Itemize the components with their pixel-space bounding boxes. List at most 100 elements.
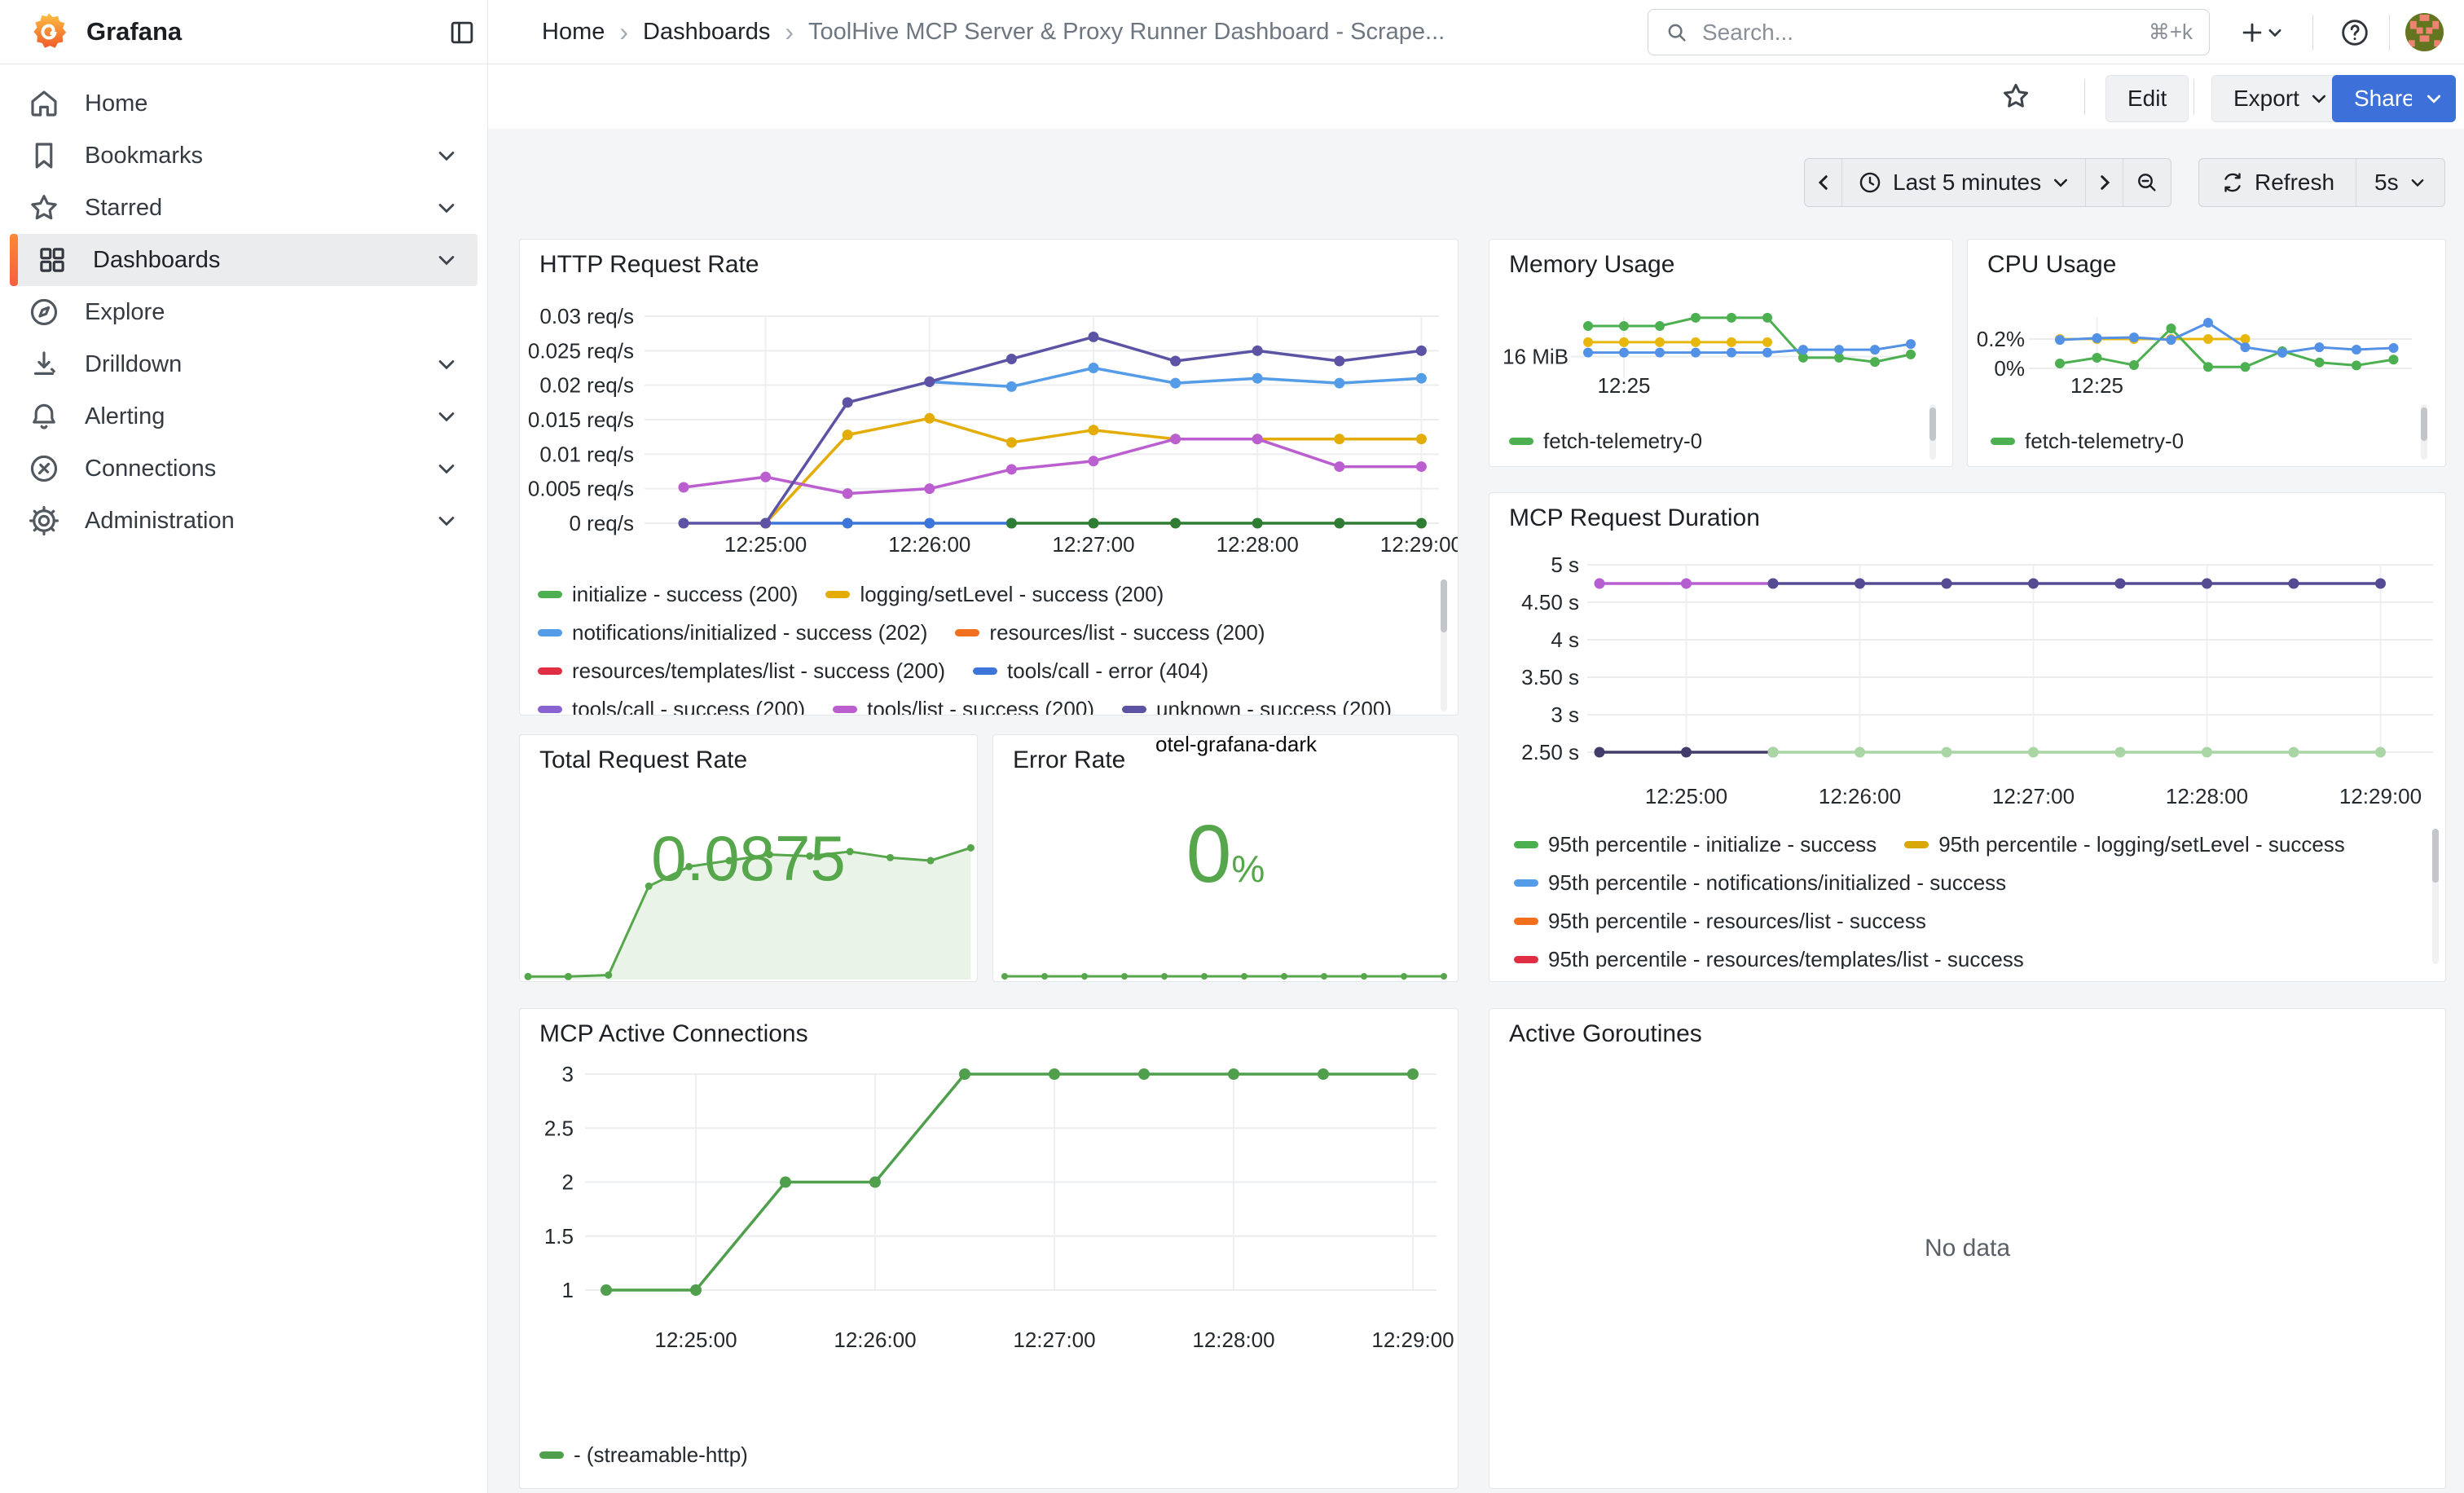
svg-text:1: 1 <box>562 1278 574 1302</box>
add-button[interactable] <box>2231 15 2291 51</box>
search-box[interactable]: ⌘+k <box>1648 9 2210 55</box>
time-forward-button[interactable] <box>2086 159 2123 206</box>
grafana-logo-icon <box>28 11 70 53</box>
search-shortcut: ⌘+k <box>2149 20 2193 45</box>
sidebar-item-home[interactable]: Home <box>10 77 477 130</box>
sidebar-item-alerting[interactable]: Alerting <box>10 390 477 443</box>
sidebar-item-starred[interactable]: Starred <box>10 182 477 234</box>
chevron-down-icon[interactable] <box>435 249 458 271</box>
legend-item[interactable]: logging/setLevel - success (200) <box>825 582 1164 607</box>
legend-item[interactable]: unknown - success (200) <box>1122 697 1392 716</box>
svg-text:1.5: 1.5 <box>544 1224 574 1249</box>
toolbar-divider <box>2084 79 2085 115</box>
legend-item[interactable]: tools/list - success (200) <box>833 697 1094 716</box>
plus-icon <box>2238 19 2266 46</box>
edit-button[interactable]: Edit <box>2105 75 2189 122</box>
sidebar-item-administration[interactable]: Administration <box>10 495 477 547</box>
sidebar-item-label: Connections <box>85 456 216 482</box>
chevron-down-icon[interactable] <box>435 353 458 376</box>
sidebar-item-explore[interactable]: Explore <box>10 286 477 338</box>
legend-item[interactable]: tools/call - error (404) <box>973 658 1208 684</box>
legend-label: tools/list - success (200) <box>867 697 1094 716</box>
legend-item[interactable]: fetch-telemetry-0 <box>1991 429 2184 454</box>
breadcrumb-dashboards[interactable]: Dashboards <box>643 19 770 46</box>
breadcrumb-home[interactable]: Home <box>542 19 605 46</box>
chevron-down-icon[interactable] <box>435 144 458 167</box>
panel-title[interactable]: CPU Usage <box>1987 251 2116 279</box>
refresh-interval-picker[interactable]: 5s <box>2356 159 2444 206</box>
legend-cpu: fetch-telemetry-0 <box>1991 422 2398 463</box>
panel-error-rate: Error Rate 0 % <box>992 734 1459 982</box>
legend-item[interactable]: tools/call - success (200) <box>538 697 805 716</box>
legend-item[interactable]: 95th percentile - resources/templates/li… <box>1514 947 2024 969</box>
time-range-picker[interactable]: Last 5 minutes <box>1842 159 2086 206</box>
legend-item[interactable]: - (streamable-http) <box>539 1442 748 1468</box>
legend-label: tools/call - success (200) <box>572 697 805 716</box>
svg-text:0.025 req/s: 0.025 req/s <box>528 338 634 363</box>
legend-item[interactable]: 95th percentile - notifications/initiali… <box>1514 870 2006 896</box>
svg-text:0.01 req/s: 0.01 req/s <box>539 442 634 466</box>
svg-text:12:29:00: 12:29:00 <box>2339 784 2422 808</box>
legend-scrollbar-thumb[interactable] <box>1929 407 1936 441</box>
panel-title[interactable]: MCP Active Connections <box>539 1020 808 1048</box>
legend-label: 95th percentile - logging/setLevel - suc… <box>1938 832 2345 857</box>
legend-item[interactable]: fetch-telemetry-0 <box>1509 429 1702 454</box>
share-dropdown-button[interactable] <box>2412 75 2456 122</box>
chevron-down-icon <box>2051 173 2070 192</box>
time-back-button[interactable] <box>1805 159 1842 206</box>
sidebar-item-bookmarks[interactable]: Bookmarks <box>10 130 477 182</box>
search-input[interactable] <box>1701 19 2137 46</box>
svg-text:0.015 req/s: 0.015 req/s <box>528 407 634 432</box>
legend-scrollbar-thumb[interactable] <box>2421 407 2427 441</box>
svg-text:2.5: 2.5 <box>544 1116 574 1140</box>
avatar[interactable] <box>2405 13 2444 51</box>
svg-text:12:28:00: 12:28:00 <box>1192 1328 1274 1352</box>
legend-item[interactable]: notifications/initialized - success (202… <box>538 620 927 645</box>
panel-title[interactable]: Total Request Rate <box>539 746 747 774</box>
sidebar-item-label: Starred <box>85 195 162 222</box>
legend-item[interactable]: 95th percentile - resources/list - succe… <box>1514 909 1926 934</box>
sidebar-item-dashboards[interactable]: Dashboards <box>10 234 477 286</box>
export-button-label: Export <box>2233 86 2299 112</box>
legend-swatch <box>955 629 979 636</box>
svg-text:12:26:00: 12:26:00 <box>1819 784 1901 808</box>
chevron-down-icon[interactable] <box>435 509 458 532</box>
refresh-label: Refresh <box>2255 170 2334 196</box>
refresh-button[interactable]: Refresh <box>2199 159 2356 206</box>
zoom-out-button[interactable] <box>2123 159 2171 206</box>
svg-text:12:25:00: 12:25:00 <box>654 1328 737 1352</box>
panel-title[interactable]: MCP Request Duration <box>1509 504 1760 532</box>
sidebar-toggle-icon[interactable] <box>444 15 480 51</box>
panel-title[interactable]: Error Rate <box>1013 746 1125 774</box>
legend-scrollbar-thumb[interactable] <box>2432 829 2439 883</box>
svg-text:12:27:00: 12:27:00 <box>1052 532 1134 557</box>
legend-swatch <box>1514 879 1538 887</box>
chevron-down-icon[interactable] <box>435 196 458 219</box>
legend-scrollbar-thumb[interactable] <box>1441 579 1447 632</box>
legend-item[interactable]: initialize - success (200) <box>538 582 798 607</box>
panel-title[interactable]: Memory Usage <box>1509 251 1674 279</box>
sidebar-item-connections[interactable]: Connections <box>10 443 477 495</box>
legend-item[interactable]: 95th percentile - logging/setLevel - suc… <box>1904 832 2345 857</box>
legend-row: initialize - success (200) logging/setLev… <box>538 575 1431 614</box>
legend-label: unknown - success (200) <box>1156 697 1392 716</box>
legend-item[interactable]: resources/list - success (200) <box>955 620 1265 645</box>
breadcrumb-current: ToolHive MCP Server & Proxy Runner Dashb… <box>808 19 1445 46</box>
panel-title[interactable]: Active Goroutines <box>1509 1020 1702 1048</box>
svg-text:12:25:00: 12:25:00 <box>1645 784 1727 808</box>
sidebar-item-drilldown[interactable]: Drilldown <box>10 338 477 390</box>
chevron-down-icon <box>2309 89 2329 108</box>
panel-title[interactable]: HTTP Request Rate <box>539 251 759 279</box>
legend-item[interactable]: resources/templates/list - success (200) <box>538 658 945 684</box>
chart-mcp-active-connections: 12:25:0012:26:0012:27:0012:28:0012:29:00… <box>520 1009 1458 1488</box>
chevron-down-icon[interactable] <box>435 405 458 428</box>
chevron-down-icon[interactable] <box>435 457 458 480</box>
legend-swatch <box>833 706 857 713</box>
export-button[interactable]: Export <box>2211 75 2351 122</box>
chevron-left-icon <box>1813 172 1834 193</box>
legend-item[interactable]: 95th percentile - initialize - success <box>1514 832 1877 857</box>
svg-text:16 MiB: 16 MiB <box>1503 345 1569 369</box>
sidebar-item-label: Alerting <box>85 403 165 430</box>
help-button[interactable] <box>2337 15 2373 51</box>
favorite-star-button[interactable] <box>1998 78 2034 114</box>
